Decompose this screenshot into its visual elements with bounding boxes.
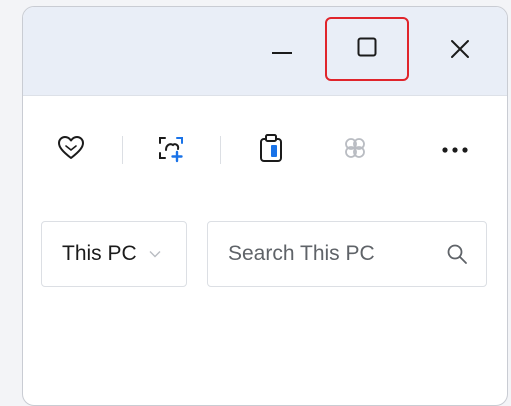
minimize-button[interactable] — [242, 21, 322, 81]
title-bar — [23, 7, 507, 96]
clover-button[interactable] — [333, 130, 377, 170]
more-icon — [441, 141, 469, 159]
search-icon — [446, 243, 468, 271]
close-button[interactable] — [420, 21, 500, 81]
minimize-icon — [272, 42, 292, 60]
favorite-heart-icon — [57, 135, 85, 166]
clipboard-button[interactable] — [249, 130, 293, 170]
favorite-button[interactable] — [49, 130, 93, 170]
chevron-down-icon[interactable] — [149, 250, 161, 258]
address-bar[interactable]: This PC — [41, 221, 187, 287]
toolbar-separator — [220, 136, 221, 164]
explorer-window: This PC Search This PC — [22, 6, 508, 406]
search-input[interactable]: Search This PC — [207, 221, 487, 287]
more-button[interactable] — [433, 130, 477, 170]
close-icon — [450, 39, 470, 64]
clover-icon — [341, 134, 369, 167]
maximize-button[interactable] — [325, 17, 409, 81]
add-photo-button[interactable] — [149, 130, 193, 170]
clipboard-icon — [258, 133, 284, 168]
command-bar — [23, 96, 507, 204]
address-location: This PC — [62, 242, 137, 265]
maximize-icon — [357, 37, 377, 62]
photo-add-icon — [156, 133, 186, 168]
search-placeholder: Search This PC — [228, 242, 375, 265]
toolbar-separator — [122, 136, 123, 164]
